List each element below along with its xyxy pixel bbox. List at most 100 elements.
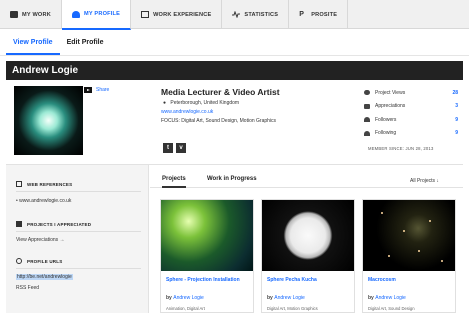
profile-focus: FOCUS: Digital Art, Sound Design, Motion…: [161, 118, 277, 124]
project-author: by Andrew Logie: [368, 295, 455, 301]
followers-icon: [364, 117, 370, 123]
location-pin-icon: ●: [163, 100, 167, 106]
project-thumbnail[interactable]: [161, 200, 253, 271]
stat-following[interactable]: Following 9: [364, 127, 458, 141]
project-thumbnail[interactable]: [262, 200, 354, 271]
project-thumbnail[interactable]: [363, 200, 455, 271]
thumbs-up-icon: [16, 221, 22, 227]
following-icon: [364, 130, 370, 136]
star-dot: [441, 260, 443, 262]
view-appreciations-link[interactable]: View Appreciations →: [16, 237, 65, 243]
tab-my-profile[interactable]: MY PROFILE: [61, 0, 132, 30]
projects-appreciated-heading: PROJECTS I APPRECIATED: [16, 221, 91, 227]
share-button[interactable]: Share: [84, 87, 109, 93]
project-card[interactable]: Sphere - Projection Installation by Andr…: [160, 199, 254, 313]
all-projects-select[interactable]: All Projects ↓: [410, 178, 439, 184]
divider: [16, 191, 141, 192]
document-icon: [141, 11, 150, 18]
stat-project-views[interactable]: Project Views 28: [364, 86, 458, 100]
profile-sidebar: WEB REFERENCES • www.andrewlogie.co.uk P…: [6, 165, 149, 313]
project-tags: Digital Art, Motion Graphics: [267, 306, 318, 311]
projects-tab-bar: Projects Work in Progress All Projects ↓: [150, 165, 463, 188]
stat-label: Following: [375, 130, 397, 137]
profile-urls-heading: PROFILE URLS: [16, 258, 62, 264]
profile-header: Share Media Lecturer & Video Artist ● Pe…: [6, 80, 463, 165]
vimeo-icon[interactable]: v: [176, 143, 186, 153]
star-dot: [429, 220, 431, 222]
profile-title: Media Lecturer & Video Artist: [161, 87, 280, 97]
project-card[interactable]: Macrocosm by Andrew Logie Digital Art, S…: [362, 199, 456, 313]
web-references-heading: WEB REFERENCES: [16, 181, 72, 187]
external-link-icon: [16, 181, 22, 187]
project-title[interactable]: Sphere - Projection Installation: [166, 277, 253, 283]
profile-sub-navigation: View Profile Edit Profile: [0, 29, 469, 56]
share-label: Share: [96, 87, 110, 93]
avatar: [14, 86, 83, 155]
tab-statistics-label: STATISTICS: [244, 11, 279, 18]
prosite-icon: P: [299, 11, 305, 18]
project-author-link[interactable]: Andrew Logie: [173, 295, 204, 301]
star-dot: [388, 255, 390, 257]
web-reference-link[interactable]: • www.andrewlogie.co.uk: [16, 198, 71, 204]
project-title[interactable]: Macrocosm: [368, 277, 455, 283]
tab-my-profile-label: MY PROFILE: [83, 11, 121, 17]
pulse-icon: [232, 10, 241, 19]
divider: [16, 268, 141, 269]
profile-stats: Project Views 28 Appreciations 3 Followe…: [364, 86, 458, 140]
link-icon: [16, 258, 22, 264]
share-icon: [84, 87, 92, 93]
thumbs-up-icon: [364, 103, 370, 109]
stat-value: 9: [455, 116, 458, 123]
project-card[interactable]: Sphere Pecha Kucha by Andrew Logie Digit…: [261, 199, 355, 313]
tab-projects[interactable]: Projects: [162, 176, 186, 188]
tab-my-work-label: MY WORK: [22, 11, 51, 18]
project-tags: Digital Art, Sound Design: [368, 306, 415, 311]
briefcase-icon: [10, 11, 18, 18]
tab-view-profile[interactable]: View Profile: [6, 29, 60, 55]
project-by: by: [267, 295, 273, 301]
tab-prosite-label: PROSITE: [311, 11, 338, 18]
tab-my-work[interactable]: MY WORK: [0, 0, 62, 29]
stat-value: 3: [455, 103, 458, 110]
stat-label: Appreciations: [375, 103, 406, 110]
stat-label: Followers: [375, 116, 397, 123]
project-author-link[interactable]: Andrew Logie: [274, 295, 305, 301]
profile-website-link[interactable]: www.andrewlogie.co.uk: [161, 109, 213, 115]
web-references-heading-text: WEB REFERENCES: [27, 181, 73, 187]
twitter-icon[interactable]: t: [163, 143, 173, 153]
project-title[interactable]: Sphere Pecha Kucha: [267, 277, 354, 283]
stat-label: Project Views: [375, 89, 406, 96]
star-dot: [381, 212, 383, 214]
rss-feed-link[interactable]: RSS Feed: [16, 285, 39, 291]
top-navigation: MY WORK MY PROFILE WORK EXPERIENCE STATI…: [0, 0, 469, 30]
profile-location: ● Peterborough, United Kingdom: [163, 100, 239, 106]
tab-work-in-progress[interactable]: Work in Progress: [207, 176, 257, 182]
project-author: by Andrew Logie: [267, 295, 354, 301]
projects-appreciated-heading-text: PROJECTS I APPRECIATED: [27, 221, 92, 227]
stat-followers[interactable]: Followers 9: [364, 113, 458, 127]
star-dot: [403, 230, 405, 232]
profile-urls-heading-text: PROFILE URLS: [27, 258, 63, 264]
tab-edit-profile[interactable]: Edit Profile: [60, 29, 111, 55]
divider: [16, 231, 141, 232]
behance-profile-page: MY WORK MY PROFILE WORK EXPERIENCE STATI…: [0, 0, 469, 313]
profile-url-link[interactable]: http://be.net/andrewlogie: [16, 274, 73, 280]
tab-statistics[interactable]: STATISTICS: [222, 0, 290, 29]
project-by: by: [166, 295, 172, 301]
location-text: Peterborough, United Kingdom: [170, 100, 240, 106]
project-author: by Andrew Logie: [166, 295, 253, 301]
tab-prosite[interactable]: P PROSITE: [289, 0, 349, 29]
user-icon: [71, 10, 80, 18]
stat-value: 28: [452, 89, 458, 96]
tab-work-experience[interactable]: WORK EXPERIENCE: [131, 0, 223, 29]
profile-name-bar: Andrew Logie: [6, 61, 463, 80]
stat-value: 9: [455, 130, 458, 137]
project-tags: Animation, Digital Art: [166, 306, 205, 311]
eye-icon: [364, 90, 370, 96]
project-by: by: [368, 295, 374, 301]
project-author-link[interactable]: Andrew Logie: [375, 295, 406, 301]
star-dot: [418, 250, 420, 252]
stat-appreciations[interactable]: Appreciations 3: [364, 100, 458, 114]
profile-url-text: http://be.net/andrewlogie: [16, 274, 73, 280]
member-since: MEMBER SINCE: JUN 28, 2013: [368, 146, 434, 151]
